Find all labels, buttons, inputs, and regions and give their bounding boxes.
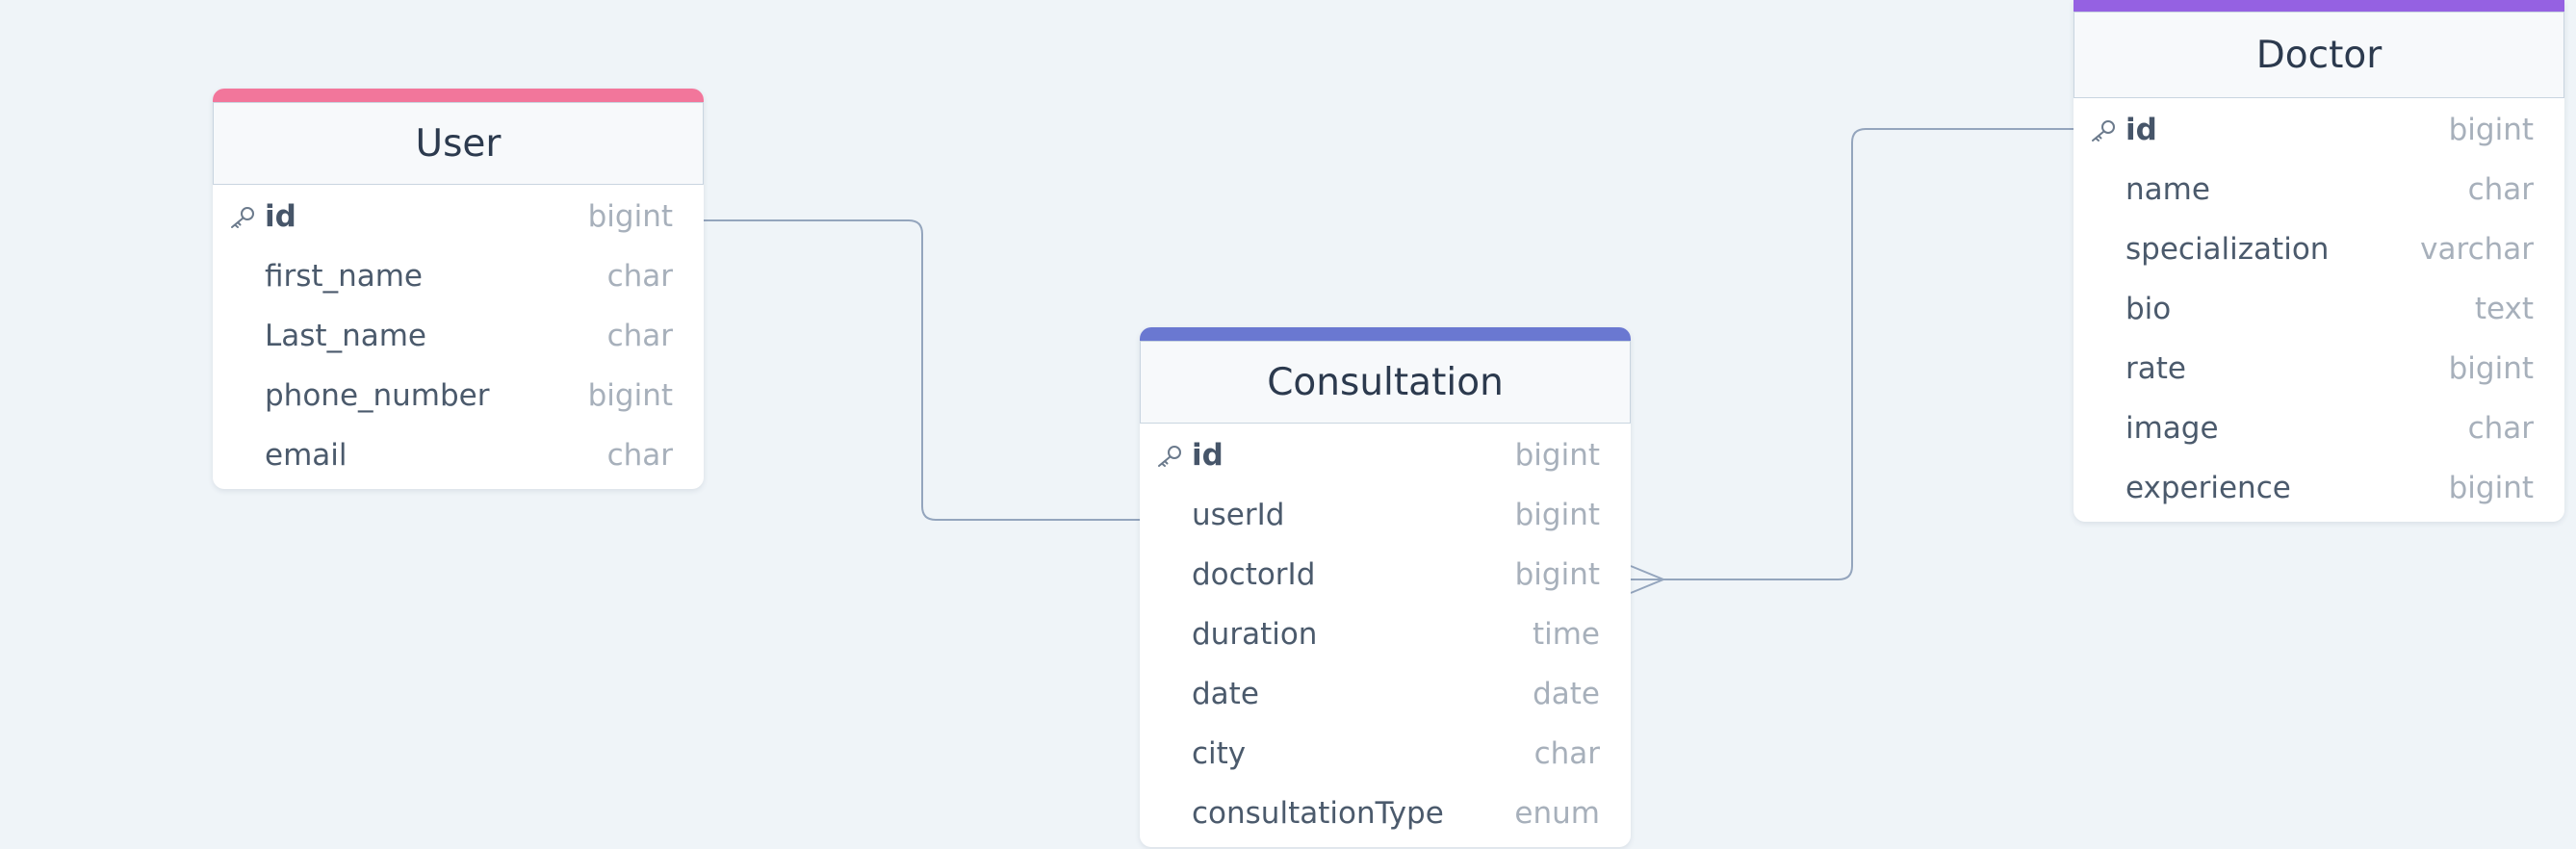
field-row-specialization[interactable]: specialization varchar	[2074, 219, 2564, 279]
field-name: doctorId	[1192, 557, 1316, 592]
key-icon	[1158, 446, 1181, 467]
field-row-phone_number[interactable]: phone_number bigint	[213, 366, 704, 425]
field-type: char	[606, 319, 673, 353]
field-row-name[interactable]: name char	[2074, 160, 2564, 219]
field-name: consultationType	[1192, 796, 1444, 831]
field-list: id bigint name char specialization varchar bio…	[2074, 98, 2564, 522]
field-type: text	[2474, 292, 2534, 326]
field-row-consultationtype[interactable]: consultationType enum	[1140, 784, 1631, 843]
field-name: city	[1192, 736, 1247, 771]
field-row-date[interactable]: date date	[1140, 664, 1631, 724]
field-name: phone_number	[265, 378, 490, 413]
field-type: time	[1532, 617, 1600, 652]
field-row-id[interactable]: id bigint	[1140, 425, 1631, 485]
field-name: date	[1192, 677, 1259, 711]
field-type: bigint	[587, 378, 673, 413]
table-accent-bar	[2074, 0, 2564, 12]
crowfoot-many-icon	[1630, 565, 1666, 594]
table-doctor[interactable]: Doctor id bigint name char specialization var…	[2074, 0, 2564, 522]
field-row-city[interactable]: city char	[1140, 724, 1631, 784]
table-title[interactable]: User	[213, 102, 704, 185]
field-row-experience[interactable]: experience bigint	[2074, 458, 2564, 518]
field-name: email	[265, 438, 348, 473]
field-name: bio	[2125, 292, 2172, 326]
field-row-email[interactable]: email char	[213, 425, 704, 485]
table-accent-bar	[213, 89, 704, 102]
field-name: Last_name	[265, 319, 426, 353]
field-row-last_name[interactable]: Last_name char	[213, 306, 704, 366]
field-name: id	[1192, 438, 1224, 473]
field-type: char	[2467, 172, 2534, 207]
field-type: bigint	[2448, 113, 2534, 147]
field-type: bigint	[1514, 498, 1600, 532]
field-row-first_name[interactable]: first_name char	[213, 246, 704, 306]
field-type: enum	[1514, 796, 1600, 831]
field-name: id	[2125, 113, 2157, 147]
field-type: bigint	[2448, 471, 2534, 505]
key-icon	[2092, 120, 2115, 142]
field-type: bigint	[1514, 557, 1600, 592]
table-title[interactable]: Consultation	[1140, 341, 1631, 424]
field-name: experience	[2125, 471, 2291, 505]
relation-doctor-consultation[interactable]	[1631, 128, 2074, 580]
field-type: char	[1533, 736, 1600, 771]
relation-user-consultation[interactable]	[704, 219, 1140, 521]
field-name: image	[2125, 411, 2219, 446]
field-type: char	[2467, 411, 2534, 446]
field-name: rate	[2125, 351, 2186, 386]
diagram-canvas[interactable]: User id bigint first_name char Last_name char…	[0, 0, 2576, 849]
field-row-id[interactable]: id bigint	[213, 187, 704, 246]
field-row-image[interactable]: image char	[2074, 399, 2564, 458]
field-name: userId	[1192, 498, 1285, 532]
field-type: bigint	[1514, 438, 1600, 473]
field-row-doctorid[interactable]: doctorId bigint	[1140, 545, 1631, 605]
field-list: id bigint first_name char Last_name char phone…	[213, 185, 704, 489]
field-type: bigint	[587, 199, 673, 234]
field-name: id	[265, 199, 296, 234]
key-icon	[231, 207, 254, 228]
field-row-id[interactable]: id bigint	[2074, 100, 2564, 160]
field-type: char	[606, 259, 673, 294]
field-name: duration	[1192, 617, 1318, 652]
field-type: date	[1533, 677, 1600, 711]
field-name: specialization	[2125, 232, 2330, 267]
table-accent-bar	[1140, 327, 1631, 341]
field-type: bigint	[2448, 351, 2534, 386]
field-row-bio[interactable]: bio text	[2074, 279, 2564, 339]
field-type: varchar	[2420, 232, 2534, 267]
field-row-userid[interactable]: userId bigint	[1140, 485, 1631, 545]
field-list: id bigint userId bigint doctorId bigint durati…	[1140, 424, 1631, 847]
field-row-rate[interactable]: rate bigint	[2074, 339, 2564, 399]
table-title[interactable]: Doctor	[2074, 12, 2564, 98]
field-row-duration[interactable]: duration time	[1140, 605, 1631, 664]
field-type: char	[606, 438, 673, 473]
field-name: first_name	[265, 259, 423, 294]
field-name: name	[2125, 172, 2210, 207]
table-user[interactable]: User id bigint first_name char Last_name char…	[213, 89, 704, 489]
table-consultation[interactable]: Consultation id bigint userId bigint doctorI…	[1140, 327, 1631, 847]
